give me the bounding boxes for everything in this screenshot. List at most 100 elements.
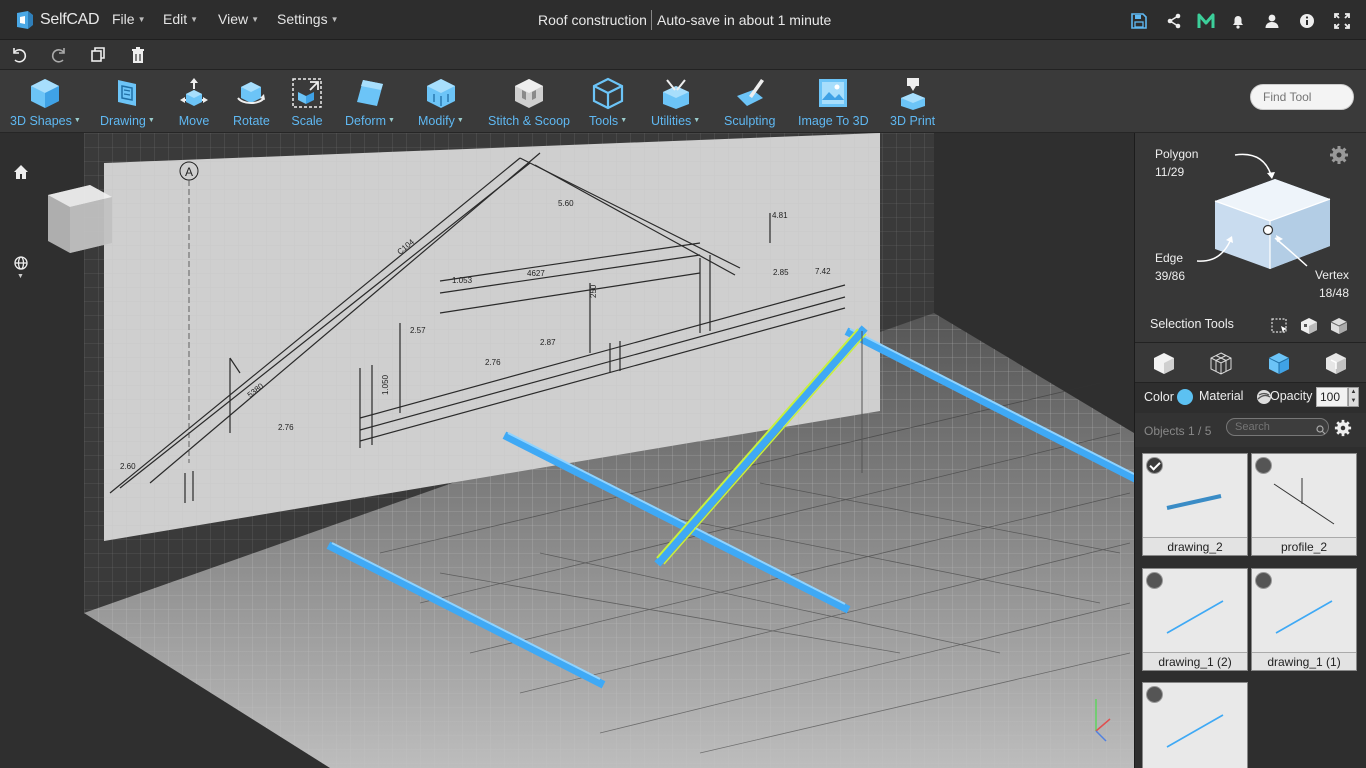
delete-icon[interactable] [129, 46, 147, 64]
tool-stitch-scoop[interactable]: Stitch & Scoop [488, 76, 570, 132]
select-all-icon[interactable] [1330, 317, 1348, 335]
object-checkbox[interactable] [1255, 457, 1272, 474]
drawing-icon [118, 80, 137, 106]
opacity-input[interactable] [1316, 387, 1348, 407]
objects-header: Objects 1 / 5 [1135, 413, 1366, 447]
tools-icon [592, 77, 624, 110]
info-icon[interactable] [1298, 12, 1316, 30]
chevron-down-icon: ▼ [620, 117, 628, 124]
right-panel: Polygon 11/29 Edge 39/86 Vertex 18/48 Se… [1134, 133, 1366, 768]
dim-label: 2.87 [540, 338, 556, 347]
selfcad-logo-icon [17, 11, 33, 29]
chevron-down-icon[interactable]: ▼ [17, 273, 24, 280]
tool-deform[interactable]: Deform ▼ [345, 76, 395, 132]
object-checkbox[interactable] [1146, 572, 1163, 589]
object-name: profile_2 [1252, 537, 1356, 555]
face-mode-icon[interactable] [1267, 351, 1291, 375]
object-checkbox[interactable] [1255, 572, 1272, 589]
globe-icon[interactable] [12, 255, 30, 273]
3d-scene[interactable]: A 5380 C104 4.81 5.60 2.85 7.42 1.053 46… [0, 133, 1134, 768]
object-mode-icon[interactable] [1152, 351, 1176, 375]
object-card-profile-2[interactable]: profile_2 [1251, 453, 1357, 556]
copy-icon[interactable] [89, 46, 107, 64]
edge-count: 39/86 [1155, 269, 1186, 283]
share-icon[interactable] [1165, 12, 1183, 30]
polygon-count: 11/29 [1155, 165, 1185, 179]
deform-icon [356, 80, 383, 106]
undo-icon[interactable] [10, 46, 28, 64]
chevron-down-icon: ▼ [190, 15, 199, 24]
tool-scale[interactable]: Scale [290, 76, 324, 132]
tool-utilities[interactable]: Utilities ▼ [651, 76, 700, 132]
cube-icon [31, 79, 60, 108]
tool-label: Stitch & Scoop [488, 114, 570, 128]
dim-label: 5.60 [558, 199, 574, 208]
tool-label: Move [178, 114, 210, 128]
tool-image-to-3d[interactable]: Image To 3D [798, 76, 869, 132]
object-card-drawing-2[interactable]: drawing_2 [1142, 453, 1248, 556]
3d-viewport[interactable]: A 5380 C104 4.81 5.60 2.85 7.42 1.053 46… [0, 133, 1134, 768]
dim-label: 4627 [527, 269, 545, 278]
tool-sculpting[interactable]: Sculpting [724, 76, 775, 132]
axis-marker-label: A [185, 165, 193, 179]
polygon-selection[interactable]: Polygon 11/29 [1155, 145, 1198, 181]
chevron-down-icon: ▼ [137, 15, 146, 24]
tool-label: Image To 3D [798, 114, 869, 128]
menu-view-label: View [218, 11, 249, 27]
objects-settings-gear-icon[interactable] [1334, 419, 1352, 437]
redo-icon[interactable] [50, 46, 68, 64]
tool-label: Tools [589, 114, 619, 128]
selfcad-logo[interactable]: SelfCAD [14, 8, 100, 32]
notifications-icon[interactable] [1229, 12, 1247, 30]
tool-tools[interactable]: Tools ▼ [589, 76, 627, 132]
edge-selection[interactable]: Edge 39/86 [1155, 249, 1185, 285]
transparent-mode-icon[interactable] [1324, 351, 1348, 375]
tool-modify[interactable]: Modify ▼ [418, 76, 464, 132]
color-label: Color [1144, 390, 1174, 404]
tool-rotate[interactable]: Rotate [233, 76, 270, 132]
home-view-icon[interactable] [12, 163, 30, 181]
box-select-icon[interactable] [1271, 317, 1289, 335]
menu-edit[interactable]: Edit ▼ [163, 11, 198, 27]
selection-cube-diagram [1196, 153, 1331, 269]
dim-label: 2.76 [278, 423, 294, 432]
chevron-down-icon: ▼ [73, 117, 81, 124]
dim-label: 1.050 [381, 374, 390, 395]
object-card-5[interactable] [1142, 682, 1248, 768]
object-selected-checkbox[interactable] [1146, 457, 1163, 474]
tool-3d-print[interactable]: 3D Print [890, 76, 935, 132]
vertex-selection[interactable]: Vertex 18/48 [1303, 266, 1349, 302]
image-to-3d-icon [819, 79, 848, 107]
save-icon[interactable] [1130, 12, 1148, 30]
menu-settings-label: Settings [277, 11, 328, 27]
tool-label: Deform [345, 114, 386, 128]
object-checkbox[interactable] [1146, 686, 1163, 703]
objects-search-input[interactable] [1226, 418, 1329, 436]
menu-edit-label: Edit [163, 11, 188, 27]
m-icon[interactable] [1197, 12, 1215, 30]
menu-settings[interactable]: Settings ▼ [277, 11, 339, 27]
color-swatch[interactable] [1177, 389, 1193, 405]
opacity-stepper[interactable]: ▲ ▼ [1348, 387, 1359, 407]
user-icon[interactable] [1263, 12, 1281, 30]
paint-select-icon[interactable] [1300, 317, 1318, 335]
object-card-drawing-1-2[interactable]: drawing_1 (2) [1142, 568, 1248, 671]
tool-drawing[interactable]: Drawing ▼ [100, 76, 155, 132]
dim-label: 2.60 [120, 462, 136, 471]
view-cube[interactable] [46, 183, 114, 255]
polygon-mode-icon[interactable] [1209, 351, 1233, 375]
tool-3d-shapes[interactable]: 3D Shapes ▼ [10, 76, 81, 132]
edge-label: Edge [1155, 251, 1184, 265]
search-icon [1316, 422, 1326, 435]
menu-view[interactable]: View ▼ [218, 11, 259, 27]
fullscreen-icon[interactable] [1333, 12, 1351, 30]
find-tool-input[interactable] [1250, 84, 1354, 110]
object-card-drawing-1-1[interactable]: drawing_1 (1) [1251, 568, 1357, 671]
dim-label: 250 [589, 284, 598, 298]
menu-file[interactable]: File ▼ [112, 11, 145, 27]
autosave-status: Auto-save in about 1 minute [657, 12, 832, 28]
tool-move[interactable]: Move [177, 76, 211, 132]
dim-label: 2.85 [773, 268, 789, 277]
document-title[interactable]: Roof construction [538, 12, 647, 28]
objects-count: Objects 1 / 5 [1144, 424, 1212, 438]
